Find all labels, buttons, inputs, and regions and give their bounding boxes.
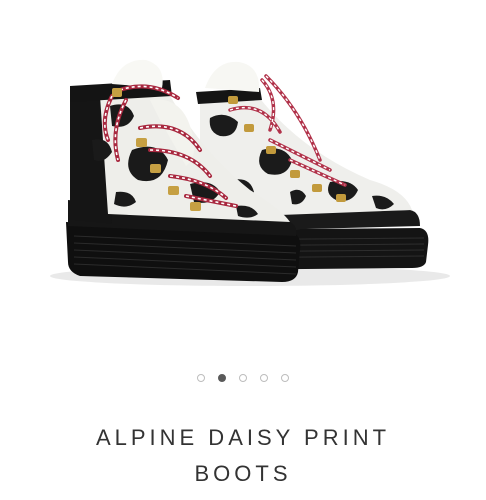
product-page: ALPINE DAISY PRINT BOOTS [0, 0, 486, 500]
product-title-line-1: ALPINE DAISY PRINT [95, 425, 391, 450]
carousel-dot-5[interactable] [281, 374, 289, 382]
product-title-line-2: BOOTS [194, 461, 292, 486]
carousel-indicators [0, 374, 486, 382]
carousel-dot-4[interactable] [260, 374, 268, 382]
carousel-dot-2-active[interactable] [218, 374, 226, 382]
carousel-dot-1[interactable] [197, 374, 205, 382]
carousel-dot-3[interactable] [239, 374, 247, 382]
product-title: ALPINE DAISY PRINT BOOTS [40, 420, 446, 492]
product-image-gallery[interactable] [0, 0, 486, 360]
product-image [50, 59, 450, 286]
